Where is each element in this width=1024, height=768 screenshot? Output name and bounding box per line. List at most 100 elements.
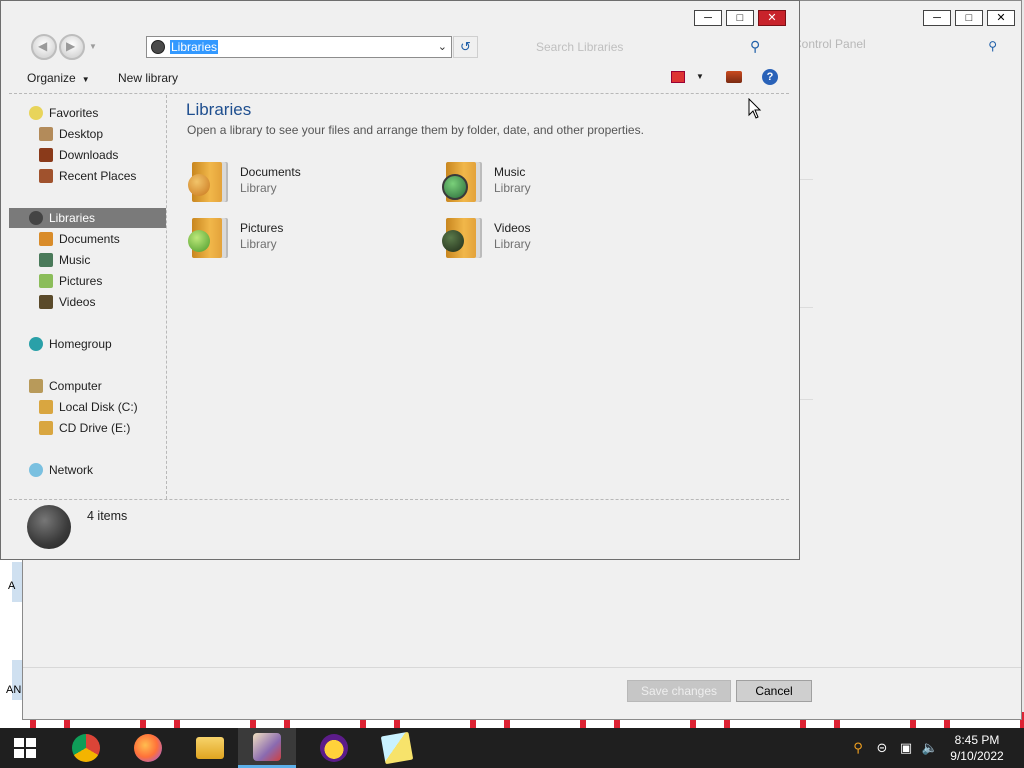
nav-item-pictures[interactable]: Pictures [9,271,166,291]
nav-label: Documents [59,232,120,246]
nav-item-computer[interactable]: Computer [9,376,166,396]
network-icon [29,463,43,477]
nav-item-cd-drive[interactable]: CD Drive (E:) [9,418,166,438]
back-button[interactable]: ◀ [31,34,57,60]
divider [23,667,1021,668]
close-button[interactable]: ✕ [987,10,1015,26]
help-icon[interactable]: ? [762,69,778,85]
pane-splitter[interactable] [166,95,167,499]
yahoo-messenger-icon [320,734,348,762]
details-pane: 4 items [9,501,789,555]
library-item-videos[interactable]: Videos Library [442,216,662,266]
nav-item-network[interactable]: Network [9,460,166,480]
search-placeholder: Control Panel [793,37,866,51]
search-icon[interactable]: ⚲ [988,39,997,53]
taskbar-app-sticky-notes[interactable] [368,728,426,768]
sticky-notes-icon [380,731,414,765]
forward-button[interactable]: ▶ [59,34,85,60]
refresh-icon: ↺ [460,39,471,54]
save-changes-button[interactable]: Save changes [627,680,731,702]
cancel-button[interactable]: Cancel [736,680,812,702]
notification-icon[interactable]: ⊝ [874,740,890,756]
paint-icon [253,732,281,761]
organize-button[interactable]: Organize ▼ [27,71,90,85]
system-tray: ⚲ ⊝ ▣ 🔈 [850,728,938,768]
nav-item-documents[interactable]: Documents [9,229,166,249]
library-item-pictures[interactable]: Pictures Library [188,216,408,266]
clock[interactable]: 8:45 PM 9/10/2022 [940,732,1014,764]
nav-item-videos[interactable]: Videos [9,292,166,312]
clock-time: 8:45 PM [954,733,1000,747]
nav-label: Computer [49,379,102,393]
pictures-library-icon [188,216,232,262]
library-item-documents[interactable]: Documents Library [188,160,408,210]
library-kind: Library [494,237,531,251]
homegroup-icon [29,337,43,351]
taskbar-app-yahoo-messenger[interactable] [305,728,363,768]
nav-item-favorites[interactable]: Favorites [9,103,166,123]
search-input[interactable]: Search Libraries ⚲ [536,38,771,56]
page-title: Libraries [186,100,252,119]
new-library-button[interactable]: New library [118,71,178,85]
taskbar-app-firefox[interactable] [119,728,177,768]
search-icon[interactable]: ⚲ [850,740,866,756]
change-view-icon[interactable] [671,71,685,83]
firefox-icon [134,734,162,762]
documents-library-icon [188,160,232,206]
nav-item-local-disk[interactable]: Local Disk (C:) [9,397,166,417]
search-icon[interactable]: ⚲ [750,38,760,55]
library-name: Documents [240,165,301,179]
address-bar[interactable]: Libraries ⌄ [146,36,452,58]
start-button[interactable] [14,738,36,758]
nav-item-desktop[interactable]: Desktop [9,124,166,144]
mouse-cursor-icon [748,98,762,119]
recent-pages-dropdown-icon[interactable]: ▼ [89,42,97,51]
preview-pane-icon[interactable] [726,71,742,83]
arrow-right-icon: ▶ [66,39,76,53]
nav-label: Network [49,463,94,477]
nav-label: Desktop [59,127,104,141]
command-bar: Organize ▼ New library ▼ ? [1,67,799,89]
desktop-icon [39,127,53,141]
desktop-icon-label: AN [6,684,22,696]
taskbar-app-paint[interactable] [238,728,296,768]
nav-item-libraries[interactable]: Libraries [9,208,166,228]
minimize-button[interactable]: ─ [694,10,722,26]
address-value[interactable]: Libraries [170,40,219,54]
network-icon[interactable]: ▣ [898,740,914,756]
hard-drive-icon [39,400,53,414]
chevron-down-icon[interactable]: ⌄ [438,40,447,53]
windows-logo-icon [14,738,24,747]
nav-item-recent-places[interactable]: Recent Places [9,166,166,186]
library-name: Music [494,165,526,179]
nav-label: Recent Places [59,169,137,183]
documents-icon [39,232,53,246]
library-item-music[interactable]: Music Library [442,160,662,210]
refresh-button[interactable]: ↺ [453,36,478,58]
libraries-icon [27,505,71,549]
music-icon [39,253,53,267]
videos-library-icon [442,216,486,262]
nav-item-homegroup[interactable]: Homegroup [9,334,166,354]
minimize-button[interactable]: ─ [923,10,951,26]
nav-item-music[interactable]: Music [9,250,166,270]
control-panel-search-input[interactable]: Control Panel ⚲ [793,37,1005,57]
page-subtitle: Open a library to see your files and arr… [187,123,644,137]
library-kind: Library [494,181,531,195]
organize-label: Organize [27,71,76,85]
volume-icon[interactable]: 🔈 [922,740,938,756]
desktop-icon-label: A [8,580,16,592]
chevron-down-icon[interactable]: ▼ [696,72,704,81]
nav-label: Libraries [49,211,96,225]
file-explorer-icon [196,737,224,759]
nav-item-downloads[interactable]: Downloads [9,145,166,165]
close-button[interactable]: ✕ [758,10,786,26]
maximize-button[interactable]: □ [955,10,983,26]
navigation-pane: Favorites Desktop Downloads Recent Place… [9,95,166,499]
star-icon [29,106,43,120]
maximize-button[interactable]: □ [726,10,754,26]
recent-places-icon [39,169,53,183]
taskbar-app-chrome[interactable] [57,728,115,768]
taskbar-app-file-explorer[interactable] [181,728,239,768]
item-count: 4 items [87,509,128,523]
